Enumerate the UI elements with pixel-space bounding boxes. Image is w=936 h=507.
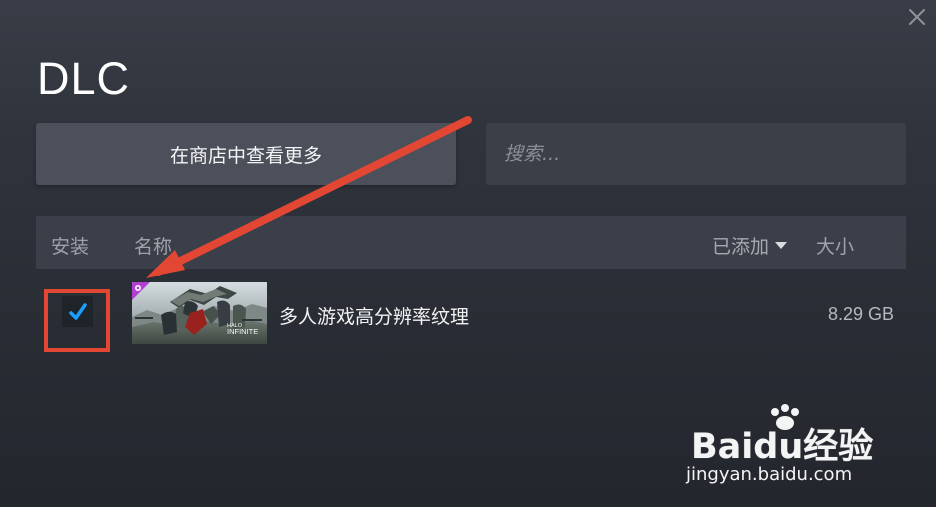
watermark-url: jingyan.baidu.com — [686, 464, 853, 485]
table-row: HALO INFINITE 多人游戏高分辨率纹理 8.29 GB — [36, 276, 906, 352]
baidu-jingyan-watermark: Baidu经验 jingyan.baidu.com — [686, 404, 906, 495]
close-icon[interactable] — [908, 8, 926, 26]
dlc-thumbnail-image: HALO INFINITE — [132, 282, 267, 344]
watermark-logo-text: Baidu经验 — [691, 427, 874, 467]
sort-descending-icon — [775, 242, 788, 249]
added-column-header[interactable]: 已添加 — [712, 232, 788, 259]
dialog-title: DLC — [37, 53, 131, 104]
dlc-table-header: 安装 名称 已添加 大小 — [36, 216, 906, 269]
checkmark-icon — [68, 302, 87, 320]
size-column-header: 大小 — [816, 236, 855, 258]
close-x-glyph — [909, 9, 925, 25]
dlc-size: 8.29 GB — [827, 304, 894, 324]
view-more-in-store-button[interactable]: 在商店中查看更多 — [36, 123, 456, 185]
svg-text:INFINITE: INFINITE — [227, 327, 258, 336]
dlc-name: 多人游戏高分辨率纹理 — [279, 306, 470, 328]
added-column-label: 已添加 — [712, 236, 770, 258]
halo-infinite-artwork: HALO INFINITE — [132, 282, 267, 344]
name-column-header: 名称 — [134, 236, 173, 258]
install-column-header: 安装 — [51, 236, 90, 258]
search-box[interactable] — [486, 123, 906, 185]
search-input[interactable] — [502, 142, 890, 166]
paw-print-icon — [771, 404, 799, 430]
install-checkbox[interactable] — [62, 296, 93, 327]
